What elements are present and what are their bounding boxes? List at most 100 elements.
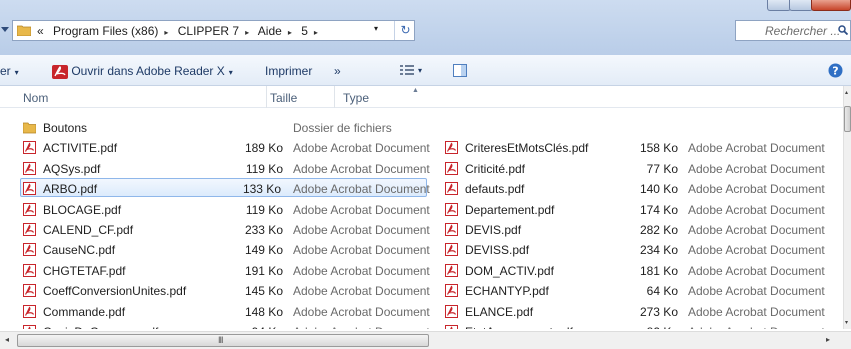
file-name: DEVIS.pdf — [465, 223, 522, 237]
file-row[interactable]: defauts.pdf 140 Ko Adobe Acrobat Document — [445, 179, 835, 198]
file-list: Boutons Dossier de fichiers ACTIVITE.pdf 18… — [0, 108, 843, 329]
file-row[interactable]: Departement.pdf 174 Ko Adobe Acrobat Docum… — [445, 200, 835, 219]
file-row[interactable]: DEVISS.pdf 234 Ko Adobe Acrobat Document — [445, 240, 835, 259]
breadcrumb-separator-icon[interactable]: ▸ — [314, 28, 318, 37]
svg-text:?: ? — [832, 65, 838, 78]
column-divider[interactable] — [266, 86, 267, 108]
file-name: CALEND_CF.pdf — [43, 223, 134, 237]
open-with-button[interactable]: Ouvrir dans Adobe Reader X ▾ — [52, 64, 233, 79]
file-row[interactable]: BLOCAGE.pdf 119 Ko Adobe Acrobat Document — [23, 200, 430, 219]
file-type: Adobe Acrobat Document — [293, 304, 430, 319]
close-button[interactable] — [811, 0, 851, 11]
search-icon[interactable] — [838, 25, 848, 35]
file-type: Dossier de fichiers — [293, 121, 392, 135]
breadcrumb-overflow[interactable]: « — [37, 24, 44, 38]
scroll-down-icon[interactable]: ▾ — [845, 319, 848, 326]
file-size: 149 Ko — [244, 243, 283, 258]
pdf-file-icon — [445, 263, 458, 277]
horizontal-scrollbar[interactable]: ◂ III ▸ — [0, 331, 851, 349]
help-icon[interactable]: ? — [828, 63, 843, 78]
file-size: 119 Ko — [245, 161, 283, 176]
column-header-size[interactable]: Taille — [270, 91, 297, 105]
file-size: 82 Ko — [647, 325, 678, 329]
file-name: Departement.pdf — [465, 202, 555, 217]
preview-pane-icon[interactable] — [453, 64, 467, 77]
breadcrumb: « Program Files (x86) ▸ CLIPPER 7 ▸ Aide ▸ … — [37, 24, 324, 38]
file-row[interactable]: CauseNC.pdf 149 Ko Adobe Acrobat Document — [23, 240, 430, 259]
breadcrumb-5[interactable]: 5 — [301, 24, 308, 38]
file-row[interactable]: ELANCE.pdf 273 Ko Adobe Acrobat Document — [445, 302, 835, 321]
file-row[interactable]: DEVIS.pdf 282 Ko Adobe Acrobat Document — [445, 220, 835, 239]
file-type: Adobe Acrobat Document — [293, 182, 430, 197]
address-history-dropdown-icon[interactable]: ▾ — [374, 24, 378, 33]
refresh-icon[interactable]: ↻ — [394, 21, 416, 40]
maximize-button[interactable] — [789, 0, 813, 11]
pdf-file-icon — [445, 284, 458, 298]
organize-button[interactable]: er ▾ — [0, 64, 19, 78]
file-name: CopieDeGammes.pdf — [43, 325, 158, 329]
vertical-scrollbar[interactable]: ▴ ▾ — [843, 86, 851, 329]
scroll-left-icon[interactable]: ◂ — [5, 335, 9, 344]
horizontal-scroll-thumb[interactable]: III — [17, 334, 429, 347]
pdf-file-icon — [23, 141, 36, 155]
print-button[interactable]: Imprimer — [265, 64, 312, 78]
file-row[interactable]: CHGTETAF.pdf 191 Ko Adobe Acrobat Document — [23, 261, 430, 280]
recent-pages-dropdown-icon[interactable] — [1, 27, 9, 32]
file-row[interactable]: Commande.pdf 148 Ko Adobe Acrobat Document — [23, 302, 430, 321]
scroll-right-icon[interactable]: ▸ — [826, 335, 830, 344]
file-row[interactable]: CopieDeGammes.pdf 94 Ko Adobe Acrobat Docu… — [23, 322, 430, 329]
breadcrumb-separator-icon[interactable]: ▸ — [164, 28, 168, 37]
breadcrumb-clipper[interactable]: CLIPPER 7 — [178, 24, 239, 38]
file-row[interactable]: Boutons Dossier de fichiers — [23, 118, 430, 137]
file-name: CHGTETAF.pdf — [43, 263, 126, 278]
column-header-row: Nom Taille Type ▲ — [0, 86, 843, 108]
column-divider[interactable] — [334, 86, 335, 108]
search-box[interactable]: Rechercher ... — [735, 20, 851, 41]
scroll-up-icon[interactable]: ▴ — [845, 89, 848, 96]
file-type: Adobe Acrobat Document — [293, 141, 430, 156]
pdf-file-icon — [23, 325, 36, 329]
file-row[interactable]: ECHANTYP.pdf 64 Ko Adobe Acrobat Document — [445, 281, 835, 300]
file-type: Adobe Acrobat Document — [688, 141, 825, 156]
chevron-down-icon: ▾ — [418, 66, 423, 75]
file-row[interactable]: EtatAvancement.pdf 82 Ko Adobe Acrobat Doc… — [445, 322, 835, 329]
search-input[interactable]: Rechercher ... — [765, 24, 840, 38]
file-row[interactable]: CALEND_CF.pdf 233 Ko Adobe Acrobat Documen… — [23, 220, 430, 239]
organize-label: er — [0, 64, 11, 78]
file-name: ACTIVITE.pdf — [43, 141, 118, 156]
file-row[interactable]: CriteresEtMotsClés.pdf 158 Ko Adobe Acroba… — [445, 138, 835, 157]
adobe-reader-icon — [52, 64, 68, 79]
pdf-file-icon — [445, 325, 458, 329]
pdf-file-icon — [23, 202, 36, 216]
file-type: Adobe Acrobat Document — [293, 263, 430, 278]
file-row[interactable]: DOM_ACTIV.pdf 181 Ko Adobe Acrobat Documen… — [445, 261, 835, 280]
file-row[interactable]: ARBO.pdf 133 Ko Adobe Acrobat Document — [20, 178, 430, 198]
pdf-file-icon — [23, 243, 36, 257]
scroll-grip-icon: III — [218, 335, 223, 345]
file-name: EtatAvancement.pdf — [465, 325, 573, 329]
address-bar[interactable]: « Program Files (x86) ▸ CLIPPER 7 ▸ Aide ▸ … — [12, 20, 415, 41]
breadcrumb-aide[interactable]: Aide — [258, 24, 282, 38]
file-row[interactable]: AQSys.pdf 119 Ko Adobe Acrobat Document — [23, 159, 430, 178]
file-type: Adobe Acrobat Document — [688, 182, 825, 197]
column-header-type[interactable]: Type — [343, 91, 369, 105]
file-row[interactable]: CoeffConversionUnites.pdf 145 Ko Adobe Acr… — [23, 281, 430, 300]
file-size: 282 Ko — [639, 223, 678, 237]
more-commands-button[interactable]: » — [334, 64, 341, 78]
breadcrumb-separator-icon[interactable]: ▸ — [288, 28, 292, 37]
minimize-button[interactable] — [767, 0, 791, 11]
file-row[interactable]: ACTIVITE.pdf 189 Ko Adobe Acrobat Document — [23, 138, 430, 157]
file-row[interactable]: Criticité.pdf 77 Ko Adobe Acrobat Document — [445, 159, 835, 178]
window-chrome: « Program Files (x86) ▸ CLIPPER 7 ▸ Aide ▸ … — [0, 0, 851, 55]
column-header-name[interactable]: Nom — [23, 91, 48, 105]
vertical-scroll-thumb[interactable] — [844, 106, 851, 132]
pdf-file-icon — [445, 141, 458, 155]
breadcrumb-program-files[interactable]: Program Files (x86) — [53, 24, 158, 38]
breadcrumb-separator-icon[interactable]: ▸ — [245, 28, 249, 37]
view-options-button[interactable]: ▾ — [400, 62, 422, 76]
sort-ascending-icon: ▲ — [412, 87, 419, 94]
file-name: DOM_ACTIV.pdf — [465, 263, 554, 278]
file-type: Adobe Acrobat Document — [293, 243, 430, 258]
file-name: ELANCE.pdf — [465, 304, 534, 319]
file-size: 174 Ko — [639, 202, 678, 217]
